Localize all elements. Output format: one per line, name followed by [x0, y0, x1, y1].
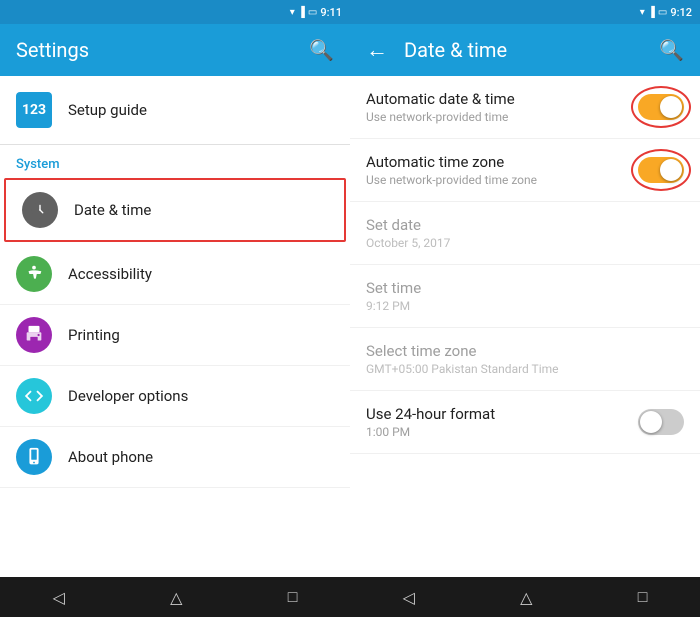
- sidebar-item-date-time[interactable]: Date & time: [4, 178, 346, 242]
- auto-date-time-title: Automatic date & time: [366, 90, 515, 108]
- left-search-icon[interactable]: 🔍: [309, 38, 334, 62]
- left-nav-bar: ◁ △ □: [0, 577, 350, 617]
- 24hour-item[interactable]: Use 24-hour format 1:00 PM: [350, 391, 700, 454]
- auto-date-time-item[interactable]: Automatic date & time Use network-provid…: [350, 76, 700, 139]
- auto-date-time-toggle-wrapper: [638, 94, 684, 120]
- clock-icon-wrap: [22, 192, 58, 228]
- auto-timezone-toggle-wrapper: [638, 157, 684, 183]
- left-home-btn[interactable]: △: [150, 584, 202, 611]
- right-back-btn[interactable]: ◁: [383, 584, 435, 611]
- set-date-title: Set date: [366, 216, 450, 234]
- sidebar-item-accessibility[interactable]: Accessibility: [0, 244, 350, 305]
- auto-timezone-subtitle: Use network-provided time zone: [366, 173, 537, 187]
- set-date-text: Set date October 5, 2017: [366, 216, 450, 250]
- about-phone-icon: [23, 446, 45, 468]
- left-app-bar: Settings 🔍: [0, 24, 350, 76]
- right-status-bar: ▾ ▐ ▭ 9:12: [350, 0, 700, 24]
- left-status-icons: ▾ ▐ ▭ 9:11: [290, 6, 342, 19]
- right-back-icon[interactable]: ←: [366, 37, 388, 63]
- printing-text: Printing: [68, 326, 334, 344]
- left-status-bar: ▾ ▐ ▭ 9:11: [0, 0, 350, 24]
- left-time: 9:11: [320, 6, 342, 19]
- 24hour-text: Use 24-hour format 1:00 PM: [366, 405, 495, 439]
- auto-timezone-text: Automatic time zone Use network-provided…: [366, 153, 537, 187]
- about-title: About phone: [68, 448, 334, 466]
- set-time-subtitle: 9:12 PM: [366, 299, 421, 313]
- 24hour-thumb: [640, 411, 662, 433]
- right-battery-icon: ▭: [658, 7, 667, 18]
- 24hour-toggle[interactable]: [638, 409, 684, 435]
- set-date-subtitle: October 5, 2017: [366, 236, 450, 250]
- print-icon-wrap: [16, 317, 52, 353]
- right-home-btn[interactable]: △: [500, 584, 552, 611]
- accessibility-text: Accessibility: [68, 265, 334, 283]
- 24hour-subtitle: 1:00 PM: [366, 425, 495, 439]
- right-app-bar: ← Date & time 🔍: [350, 24, 700, 76]
- sidebar-item-developer[interactable]: Developer options: [0, 366, 350, 427]
- select-timezone-item: Select time zone GMT+05:00 Pakistan Stan…: [350, 328, 700, 391]
- set-time-text: Set time 9:12 PM: [366, 279, 421, 313]
- accessibility-icon-wrap: [16, 256, 52, 292]
- set-date-item: Set date October 5, 2017: [350, 202, 700, 265]
- section-system: System: [0, 145, 350, 176]
- sidebar-item-printing[interactable]: Printing: [0, 305, 350, 366]
- 24hour-title: Use 24-hour format: [366, 405, 495, 423]
- right-signal-icon: ▐: [648, 7, 655, 18]
- date-time-text: Date & time: [74, 201, 328, 219]
- wifi-icon: ▾: [290, 7, 295, 18]
- developer-title: Developer options: [68, 387, 334, 405]
- right-status-icons: ▾ ▐ ▭ 9:12: [640, 6, 692, 19]
- setup-guide-item[interactable]: 123 Setup guide: [0, 76, 350, 145]
- right-content: Automatic date & time Use network-provid…: [350, 76, 700, 577]
- select-timezone-subtitle: GMT+05:00 Pakistan Standard Time: [366, 362, 559, 376]
- select-timezone-title: Select time zone: [366, 342, 559, 360]
- developer-icon-wrap: [16, 378, 52, 414]
- auto-timezone-toggle[interactable]: [638, 157, 684, 183]
- accessibility-icon: [23, 263, 45, 285]
- left-recents-btn[interactable]: □: [268, 583, 318, 611]
- battery-icon: ▭: [308, 7, 317, 18]
- accessibility-title: Accessibility: [68, 265, 334, 283]
- auto-date-time-subtitle: Use network-provided time: [366, 110, 515, 124]
- sidebar-item-about[interactable]: About phone: [0, 427, 350, 488]
- print-icon: [23, 324, 45, 346]
- setup-guide-icon: 123: [16, 92, 52, 128]
- clock-icon: [29, 199, 51, 221]
- auto-timezone-item[interactable]: Automatic time zone Use network-provided…: [350, 139, 700, 202]
- right-phone-panel: ▾ ▐ ▭ 9:12 ← Date & time 🔍 Automatic dat…: [350, 0, 700, 617]
- left-phone-panel: ▾ ▐ ▭ 9:11 Settings 🔍 123 Setup guide Sy…: [0, 0, 350, 617]
- left-back-btn[interactable]: ◁: [33, 584, 85, 611]
- developer-text: Developer options: [68, 387, 334, 405]
- about-icon-wrap: [16, 439, 52, 475]
- signal-icon: ▐: [298, 7, 305, 18]
- 24hour-toggle-wrapper: [638, 409, 684, 435]
- printing-title: Printing: [68, 326, 334, 344]
- date-time-title: Date & time: [74, 201, 328, 219]
- right-time: 9:12: [670, 6, 692, 19]
- left-app-title: Settings: [16, 38, 309, 62]
- developer-icon: [23, 385, 45, 407]
- set-time-item: Set time 9:12 PM: [350, 265, 700, 328]
- auto-timezone-title: Automatic time zone: [366, 153, 537, 171]
- auto-timezone-thumb: [660, 159, 682, 181]
- auto-date-time-text: Automatic date & time Use network-provid…: [366, 90, 515, 124]
- right-recents-btn[interactable]: □: [618, 583, 668, 611]
- select-timezone-text: Select time zone GMT+05:00 Pakistan Stan…: [366, 342, 559, 376]
- about-text: About phone: [68, 448, 334, 466]
- right-nav-bar: ◁ △ □: [350, 577, 700, 617]
- set-time-title: Set time: [366, 279, 421, 297]
- auto-date-time-thumb: [660, 96, 682, 118]
- setup-guide-label: Setup guide: [68, 101, 147, 119]
- left-content: 123 Setup guide System Date & time: [0, 76, 350, 577]
- right-search-icon[interactable]: 🔍: [659, 38, 684, 62]
- right-app-title: Date & time: [404, 38, 659, 62]
- auto-date-time-toggle[interactable]: [638, 94, 684, 120]
- right-wifi-icon: ▾: [640, 7, 645, 18]
